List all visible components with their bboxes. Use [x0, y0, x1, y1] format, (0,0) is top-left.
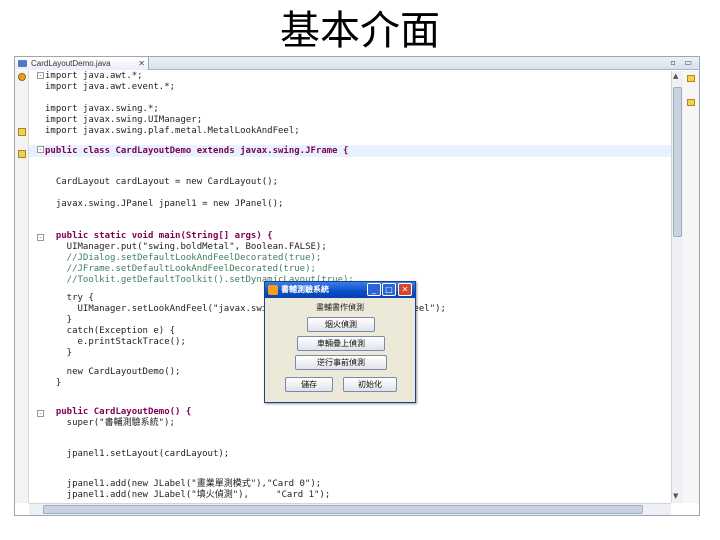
maximize-button[interactable]: □	[382, 283, 396, 296]
car-shift-detect-button[interactable]: 車輛疊上偵測	[297, 336, 385, 351]
code-line: }	[45, 315, 73, 325]
horizontal-scroll-thumb[interactable]	[43, 505, 643, 514]
fire-detect-button[interactable]: 烟火偵測	[307, 317, 375, 332]
code-line: import javax.swing.UIManager;	[45, 115, 203, 125]
code-line: javax.swing.JPanel jpanel1 = new JPanel(…	[45, 199, 284, 209]
editor-tab-label: CardLayoutDemo.java	[31, 59, 111, 68]
code-line: jpanel1.add(new JLabel("填火偵測"), "Card 1"…	[45, 490, 331, 500]
java-app-icon	[268, 285, 278, 295]
minimize-button[interactable]: _	[367, 283, 381, 296]
code-line: import java.awt.*;	[45, 71, 143, 81]
code-line: public static void main(String[] args) {	[45, 231, 273, 241]
card-label: 畫輔書作偵測	[316, 303, 364, 312]
save-button[interactable]: 儲存	[285, 377, 333, 392]
code-line: }	[45, 348, 73, 358]
warning-marker-icon[interactable]	[18, 128, 26, 136]
scroll-up-icon[interactable]: ▲	[673, 72, 678, 80]
vertical-scrollbar[interactable]: ▲ ▼	[671, 71, 683, 503]
code-line: //JDialog.setDefaultLookAndFeelDecorated…	[45, 253, 322, 263]
reset-button[interactable]: 初始化	[343, 377, 397, 392]
code-line: //JFrame.setDefaultLookAndFeelDecorated(…	[45, 264, 316, 274]
code-line: public class CardLayoutDemo extends java…	[45, 146, 349, 156]
close-tab-icon[interactable]: ✕	[138, 57, 145, 70]
java-file-icon	[18, 60, 27, 67]
code-line: public CardLayoutDemo() {	[45, 407, 192, 417]
editor-window-controls[interactable]: ▫ ▭	[670, 58, 695, 67]
overview-ruler	[683, 71, 699, 503]
swing-dialog: 書輔測驗系統 _ □ ✕ 畫輔書作偵測 烟火偵測 車輛疊上偵測 逆行事前偵測 儲…	[264, 281, 416, 403]
warning-marker-icon[interactable]	[18, 150, 26, 158]
annotation-ruler	[15, 71, 29, 503]
code-line: super("書輔測驗系統");	[45, 418, 175, 428]
overview-marker-icon[interactable]	[687, 75, 695, 82]
code-line: jpanel1.add(new JLabel("畫業單測模式"),"Card 0…	[45, 479, 322, 489]
code-line: }	[45, 378, 62, 388]
code-line: UIManager.put("swing.boldMetal", Boolean…	[45, 242, 327, 252]
close-button[interactable]: ✕	[398, 283, 412, 296]
code-line: jpanel1.setLayout(cardLayout);	[45, 449, 230, 459]
fold-toggle-icon[interactable]: -	[37, 234, 44, 241]
code-line: catch(Exception e) {	[45, 326, 176, 336]
editor-tab-bar: CardLayoutDemo.java ✕ ▫ ▭	[15, 57, 699, 70]
vertical-scroll-thumb[interactable]	[673, 87, 682, 237]
horizontal-scrollbar[interactable]	[29, 503, 671, 515]
code-line: import javax.swing.*;	[45, 104, 159, 114]
scroll-down-icon[interactable]: ▼	[673, 492, 678, 500]
fold-toggle-icon[interactable]: -	[37, 410, 44, 417]
overview-marker-icon[interactable]	[687, 99, 695, 106]
fold-toggle-icon[interactable]: -	[37, 72, 44, 79]
editor-tab[interactable]: CardLayoutDemo.java ✕	[15, 57, 149, 70]
dialog-title-bar[interactable]: 書輔測驗系統 _ □ ✕	[265, 282, 415, 298]
fold-toggle-icon[interactable]: -	[37, 146, 44, 153]
code-line: import java.awt.event.*;	[45, 82, 176, 92]
error-marker-icon[interactable]	[18, 73, 26, 81]
code-line: import javax.swing.plaf.metal.MetalLookA…	[45, 126, 300, 136]
code-line: e.printStackTrace();	[45, 337, 186, 347]
code-line: CardLayout cardLayout = new CardLayout()…	[45, 177, 278, 187]
dialog-title: 書輔測驗系統	[281, 285, 329, 294]
slide-title: 基本介面	[280, 8, 440, 54]
reverse-detect-button[interactable]: 逆行事前偵測	[295, 355, 387, 370]
code-line: new CardLayoutDemo();	[45, 367, 181, 377]
code-line: try {	[45, 293, 94, 303]
